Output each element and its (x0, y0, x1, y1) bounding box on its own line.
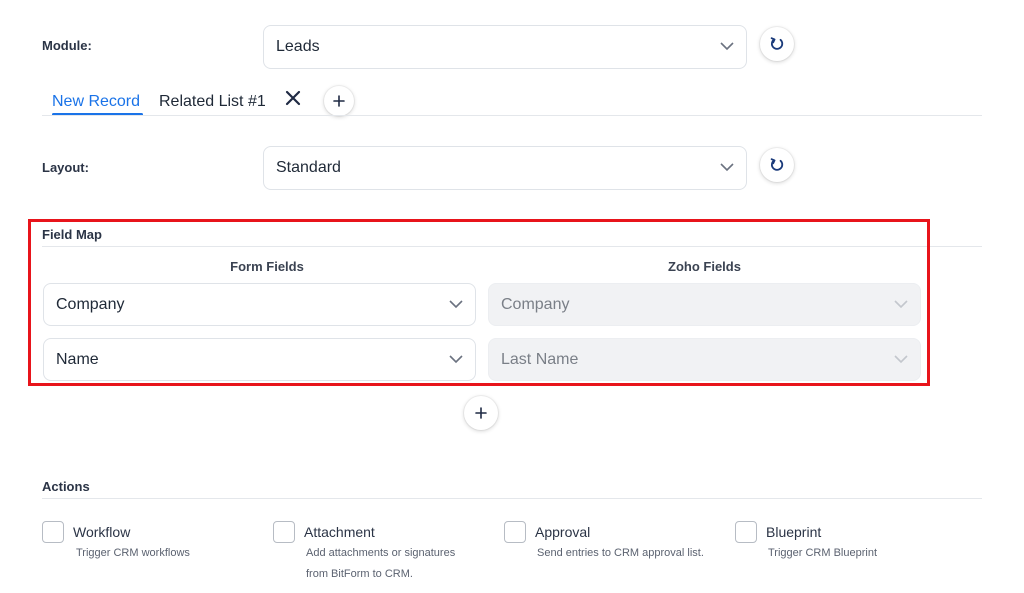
add-field-map-row-button[interactable] (464, 396, 498, 430)
refresh-icon (770, 37, 784, 50)
layout-select[interactable]: Standard (263, 146, 747, 190)
module-select-value: Leads (276, 38, 320, 55)
approval-desc: Send entries to CRM approval list. (537, 547, 704, 559)
refresh-icon (770, 158, 784, 171)
workflow-desc: Trigger CRM workflows (76, 547, 190, 559)
attachment-checkbox[interactable] (273, 521, 295, 543)
chevron-down-icon (720, 42, 734, 51)
attachment-desc-2: from BitForm to CRM. (306, 568, 413, 580)
plus-icon (333, 95, 345, 107)
module-refresh-button[interactable] (760, 27, 794, 61)
module-label: Module: (42, 38, 92, 53)
tab-new-record[interactable]: New Record (52, 93, 140, 111)
close-icon[interactable] (284, 89, 302, 107)
blueprint-desc: Trigger CRM Blueprint (768, 547, 878, 559)
module-select[interactable]: Leads (263, 25, 747, 69)
actions-title: Actions (42, 479, 90, 494)
attachment-title: Attachment (304, 524, 375, 540)
tab-related-list-1[interactable]: Related List #1 (159, 93, 266, 111)
blueprint-checkbox[interactable] (735, 521, 757, 543)
chevron-down-icon (720, 163, 734, 172)
tabs-divider (42, 115, 982, 116)
approval-checkbox[interactable] (504, 521, 526, 543)
workflow-title: Workflow (73, 524, 131, 540)
blueprint-title: Blueprint (766, 524, 822, 540)
add-tab-button[interactable] (324, 86, 354, 116)
workflow-checkbox[interactable] (42, 521, 64, 543)
layout-refresh-button[interactable] (760, 148, 794, 182)
layout-label: Layout: (42, 160, 89, 175)
layout-select-value: Standard (276, 159, 341, 176)
field-map-highlight-box (28, 219, 930, 386)
approval-title: Approval (535, 524, 591, 540)
attachment-desc: Add attachments or signatures (306, 547, 456, 559)
plus-icon (475, 407, 487, 419)
actions-divider (42, 498, 982, 499)
